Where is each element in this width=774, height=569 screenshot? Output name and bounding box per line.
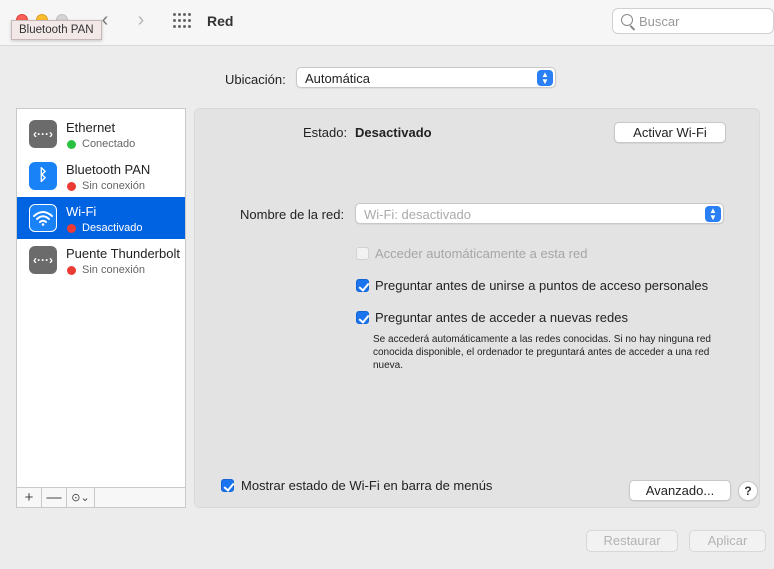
location-popup[interactable]: Automática ▲ ▼	[296, 67, 556, 88]
service-list: ‹···› Ethernet Conectado ᛒ Bluetooth PAN…	[16, 108, 186, 508]
service-status: Desactivado	[82, 222, 143, 234]
network-name-label: Nombre de la red:	[240, 207, 345, 222]
tooltip: Bluetooth PAN	[11, 20, 102, 40]
status-value: Desactivado	[355, 125, 432, 140]
status-dot-icon	[67, 266, 76, 275]
advanced-button[interactable]: Avanzado...	[629, 480, 731, 501]
service-status: Sin conexión	[82, 264, 145, 276]
service-name: Wi-Fi	[66, 204, 97, 219]
ask-hotspots-label: Preguntar antes de unirse a puntos de ac…	[375, 278, 709, 293]
ask-new-networks-checkbox[interactable]	[356, 311, 369, 324]
popup-stepper-icon: ▲ ▼	[537, 70, 553, 86]
status-dot-icon	[67, 140, 76, 149]
service-name: Ethernet	[66, 120, 116, 135]
show-all-grid-icon[interactable]	[173, 13, 191, 29]
search-icon	[621, 14, 633, 26]
service-name: Bluetooth PAN	[66, 162, 151, 177]
apply-button[interactable]: Aplicar	[689, 530, 766, 552]
service-actions-gear-icon[interactable]: ⊙⌄	[67, 488, 95, 507]
add-service-button[interactable]: +	[17, 488, 42, 507]
wifi-icon	[29, 204, 57, 232]
ask-new-networks-label: Preguntar antes de acceder a nuevas rede…	[375, 310, 628, 325]
show-status-menubar-checkbox[interactable]	[221, 479, 234, 492]
service-status: Sin conexión	[82, 180, 145, 192]
service-name: Puente Thunderbolt	[66, 246, 180, 261]
service-item-wifi[interactable]: Wi-Fi Desactivado	[17, 197, 185, 239]
location-label: Ubicación:	[225, 72, 286, 87]
revert-button[interactable]: Restaurar	[586, 530, 678, 552]
status-label: Estado:	[303, 125, 348, 140]
ask-hotspots-checkbox[interactable]	[356, 279, 369, 292]
auto-join-label: Acceder automáticamente a esta red	[375, 246, 588, 261]
service-list-toolbar: + — ⊙⌄	[16, 487, 186, 508]
detail-panel	[194, 108, 760, 508]
thunderbolt-bridge-icon: ‹···›	[29, 246, 57, 274]
window-title: Red	[207, 13, 234, 29]
location-value: Automática	[305, 71, 371, 86]
activate-wifi-button[interactable]: Activar Wi-Fi	[614, 122, 726, 143]
ask-new-networks-note: Se accederá automáticamente a las redes …	[373, 334, 711, 371]
show-status-menubar-label: Mostrar estado de Wi-Fi en barra de menú…	[241, 478, 493, 493]
service-item-thunderbolt-bridge[interactable]: ‹···› Puente Thunderbolt Sin conexión	[17, 239, 185, 281]
remove-service-button[interactable]: —	[42, 488, 67, 507]
help-button[interactable]: ?	[738, 481, 758, 501]
auto-join-checkbox[interactable]	[356, 247, 369, 260]
network-name-popup[interactable]: Wi-Fi: desactivado ▲ ▼	[355, 203, 724, 224]
ethernet-icon: ‹···›	[29, 120, 57, 148]
service-status: Conectado	[82, 138, 136, 150]
status-dot-icon	[67, 182, 76, 191]
status-dot-icon	[67, 224, 76, 233]
network-name-placeholder: Wi-Fi: desactivado	[364, 207, 471, 222]
popup-stepper-icon: ▲ ▼	[705, 206, 721, 222]
bluetooth-icon: ᛒ	[29, 162, 57, 190]
titlebar: ‹ › Red	[0, 0, 774, 46]
forward-chevron-icon[interactable]: ›	[132, 9, 150, 31]
search-input[interactable]	[639, 12, 769, 30]
service-item-ethernet[interactable]: ‹···› Ethernet Conectado	[17, 113, 185, 155]
service-item-bluetooth-pan[interactable]: ᛒ Bluetooth PAN Sin conexión	[17, 155, 185, 197]
search-field[interactable]	[612, 8, 774, 34]
